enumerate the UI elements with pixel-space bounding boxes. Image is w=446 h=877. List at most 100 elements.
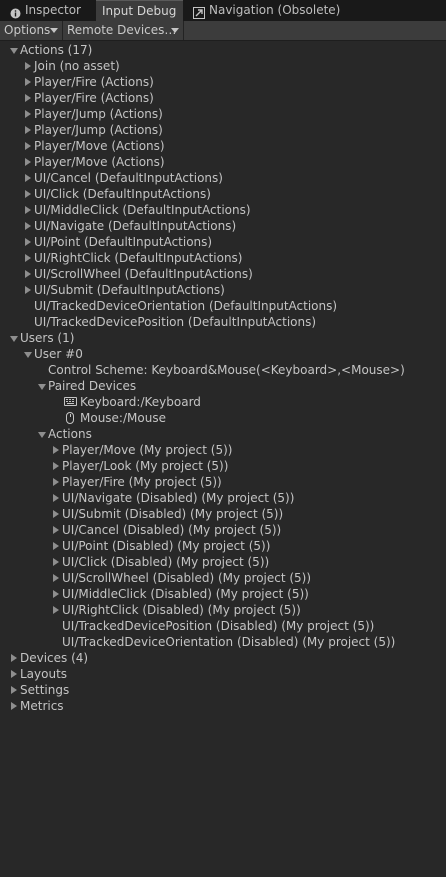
- tree-row-label: Control Scheme: Keyboard&Mouse(<Keyboard…: [48, 363, 405, 377]
- tree-row[interactable]: UI/Cancel (DefaultInputActions): [0, 170, 446, 186]
- tree-row[interactable]: Keyboard:/Keyboard: [0, 394, 446, 410]
- caret-right-icon[interactable]: [22, 266, 34, 282]
- tree-row[interactable]: User #0: [0, 346, 446, 362]
- caret-right-icon[interactable]: [22, 74, 34, 90]
- tree-row[interactable]: UI/TrackedDevicePosition (DefaultInputAc…: [0, 314, 446, 330]
- tree-row-label: UI/Cancel (Disabled) (My project (5)): [62, 523, 282, 537]
- caret-right-icon[interactable]: [50, 458, 62, 474]
- caret-right-icon[interactable]: [8, 682, 20, 698]
- caret-right-icon[interactable]: [22, 202, 34, 218]
- tree-row[interactable]: UI/Cancel (Disabled) (My project (5)): [0, 522, 446, 538]
- tree-row[interactable]: Player/Look (My project (5)): [0, 458, 446, 474]
- caret-right-icon[interactable]: [22, 58, 34, 74]
- tree-row[interactable]: Player/Move (Actions): [0, 138, 446, 154]
- tree-row[interactable]: Player/Fire (Actions): [0, 74, 446, 90]
- caret-right-icon[interactable]: [50, 538, 62, 554]
- caret-right-icon[interactable]: [50, 474, 62, 490]
- remote-devices-dropdown[interactable]: Remote Devices…: [63, 21, 184, 40]
- tab-inspector-label: Inspector: [25, 3, 81, 17]
- tree-row[interactable]: Player/Jump (Actions): [0, 122, 446, 138]
- tree-row[interactable]: UI/Click (DefaultInputActions): [0, 186, 446, 202]
- tree-row[interactable]: Devices (4): [0, 650, 446, 666]
- caret-right-icon[interactable]: [50, 586, 62, 602]
- caret-right-icon[interactable]: [50, 602, 62, 618]
- caret-right-icon[interactable]: [50, 570, 62, 586]
- caret-right-icon[interactable]: [22, 154, 34, 170]
- tree-row[interactable]: Player/Fire (Actions): [0, 90, 446, 106]
- tree-row[interactable]: UI/ScrollWheel (DefaultInputActions): [0, 266, 446, 282]
- tree-row-label: UI/Submit (Disabled) (My project (5)): [62, 507, 284, 521]
- tree-row-label: UI/TrackedDevicePosition (DefaultInputAc…: [34, 315, 317, 329]
- caret-right-icon[interactable]: [22, 218, 34, 234]
- caret-right-icon[interactable]: [22, 282, 34, 298]
- tree-row[interactable]: Player/Move (Actions): [0, 154, 446, 170]
- tree-row-label: Join (no asset): [34, 59, 120, 73]
- tree-row[interactable]: Paired Devices: [0, 378, 446, 394]
- tree-row[interactable]: Settings: [0, 682, 446, 698]
- tab-navigation[interactable]: Navigation (Obsolete): [183, 0, 343, 21]
- tree-row[interactable]: Actions: [0, 426, 446, 442]
- tree-row[interactable]: Player/Move (My project (5)): [0, 442, 446, 458]
- tree-row[interactable]: UI/Click (Disabled) (My project (5)): [0, 554, 446, 570]
- caret-right-icon[interactable]: [8, 698, 20, 714]
- caret-right-icon[interactable]: [50, 554, 62, 570]
- tree-row-label: UI/MiddleClick (DefaultInputActions): [34, 203, 251, 217]
- tab-input-debug-label: Input Debug: [102, 4, 177, 18]
- tree-row[interactable]: Users (1): [0, 330, 446, 346]
- tree-row-label: Mouse:/Mouse: [80, 411, 166, 425]
- tree-row-label: UI/TrackedDevicePosition (Disabled) (My …: [62, 619, 375, 633]
- tree-row[interactable]: UI/Submit (Disabled) (My project (5)): [0, 506, 446, 522]
- tree-row[interactable]: Player/Jump (Actions): [0, 106, 446, 122]
- debug-tree-view: Actions (17) Join (no asset) Player/Fire (…: [0, 41, 446, 877]
- tree-row[interactable]: UI/MiddleClick (DefaultInputActions): [0, 202, 446, 218]
- options-dropdown[interactable]: Options: [0, 21, 63, 40]
- tree-row[interactable]: Layouts: [0, 666, 446, 682]
- caret-right-icon[interactable]: [50, 442, 62, 458]
- tree-row[interactable]: UI/MiddleClick (Disabled) (My project (5…: [0, 586, 446, 602]
- caret-down-icon[interactable]: [36, 378, 48, 394]
- caret-right-icon[interactable]: [50, 506, 62, 522]
- tab-inspector[interactable]: Inspector: [0, 0, 96, 21]
- tree-row[interactable]: Player/Fire (My project (5)): [0, 474, 446, 490]
- tree-row-label: UI/Submit (DefaultInputActions): [34, 283, 225, 297]
- chevron-down-icon: [50, 28, 58, 33]
- caret-right-icon[interactable]: [8, 650, 20, 666]
- caret-right-icon[interactable]: [22, 138, 34, 154]
- caret-right-icon[interactable]: [22, 90, 34, 106]
- tree-row[interactable]: UI/TrackedDeviceOrientation (DefaultInpu…: [0, 298, 446, 314]
- tab-input-debug[interactable]: Input Debug: [96, 0, 183, 21]
- caret-right-icon[interactable]: [22, 186, 34, 202]
- tree-row-label: UI/RightClick (Disabled) (My project (5)…: [62, 603, 301, 617]
- tree-row[interactable]: UI/Point (DefaultInputActions): [0, 234, 446, 250]
- caret-right-icon[interactable]: [22, 106, 34, 122]
- caret-right-icon[interactable]: [22, 234, 34, 250]
- caret-right-icon[interactable]: [22, 250, 34, 266]
- caret-down-icon[interactable]: [36, 426, 48, 442]
- tree-row[interactable]: UI/TrackedDeviceOrientation (Disabled) (…: [0, 634, 446, 650]
- tree-row[interactable]: Join (no asset): [0, 58, 446, 74]
- tree-row[interactable]: Actions (17): [0, 42, 446, 58]
- caret-right-icon[interactable]: [22, 122, 34, 138]
- caret-down-icon[interactable]: [8, 42, 20, 58]
- tree-row-label: UI/Click (Disabled) (My project (5)): [62, 555, 270, 569]
- tree-row[interactable]: UI/Navigate (Disabled) (My project (5)): [0, 490, 446, 506]
- caret-right-icon[interactable]: [50, 490, 62, 506]
- tree-row[interactable]: UI/ScrollWheel (Disabled) (My project (5…: [0, 570, 446, 586]
- tree-row[interactable]: UI/RightClick (DefaultInputActions): [0, 250, 446, 266]
- tree-row[interactable]: UI/Submit (DefaultInputActions): [0, 282, 446, 298]
- caret-right-icon[interactable]: [22, 170, 34, 186]
- caret-down-icon[interactable]: [22, 346, 34, 362]
- tree-row[interactable]: UI/TrackedDevicePosition (Disabled) (My …: [0, 618, 446, 634]
- tree-row[interactable]: Control Scheme: Keyboard&Mouse(<Keyboard…: [0, 362, 446, 378]
- caret-right-icon[interactable]: [50, 522, 62, 538]
- caret-right-icon[interactable]: [8, 666, 20, 682]
- tree-row[interactable]: Mouse:/Mouse: [0, 410, 446, 426]
- caret-down-icon[interactable]: [8, 330, 20, 346]
- tree-row-label: Player/Fire (My project (5)): [62, 475, 222, 489]
- tree-row[interactable]: UI/RightClick (Disabled) (My project (5)…: [0, 602, 446, 618]
- tree-row[interactable]: UI/Navigate (DefaultInputActions): [0, 218, 446, 234]
- tree-row-label: Actions: [48, 427, 92, 441]
- tree-row-label: Player/Move (Actions): [34, 139, 165, 153]
- tree-row[interactable]: UI/Point (Disabled) (My project (5)): [0, 538, 446, 554]
- tree-row[interactable]: Metrics: [0, 698, 446, 714]
